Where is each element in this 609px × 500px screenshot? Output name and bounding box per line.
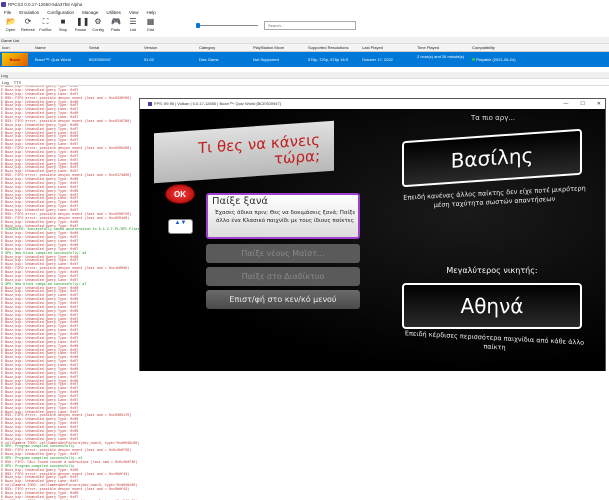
menu-help[interactable]: Help bbox=[147, 10, 156, 15]
gear-icon: ⚙ bbox=[94, 17, 102, 26]
grid-icon: ▦ bbox=[146, 17, 155, 26]
refresh-icon: ⟳ bbox=[24, 17, 32, 26]
fullscr-button[interactable]: ⛶ FullScr bbox=[37, 16, 54, 36]
menubar: File Emulation Configuration Manage Utilitie… bbox=[0, 8, 609, 16]
fullscr-label: FullScr bbox=[39, 27, 52, 32]
col-icon[interactable]: Icon bbox=[2, 44, 10, 52]
grid-button[interactable]: ▦ Grid bbox=[142, 16, 159, 36]
col-last-played[interactable]: Last Played bbox=[362, 44, 383, 52]
game-compatibility: Playable (2021-08-24) bbox=[472, 57, 516, 62]
pads-button[interactable]: 🎮 Pads bbox=[107, 16, 124, 36]
col-version[interactable]: Version bbox=[144, 44, 157, 52]
log-tabs: Log TTY bbox=[0, 79, 609, 86]
tab-log[interactable]: Log bbox=[2, 79, 9, 85]
open-label: Open bbox=[5, 27, 16, 32]
refresh-label: Refresh bbox=[20, 27, 35, 32]
gamepad-icon: 🎮 bbox=[111, 17, 121, 26]
log-panel-title: Log bbox=[0, 72, 609, 79]
game-serial: BCES00947 bbox=[89, 57, 112, 62]
pause-label: Pause bbox=[74, 27, 87, 32]
stop-icon: ■ bbox=[60, 17, 66, 26]
col-resolutions[interactable]: Supported Resolutions bbox=[308, 44, 348, 52]
option-play-again-desc: Έχασες άδικα πριν; Θες να δοκιμάσεις ξαν… bbox=[214, 210, 356, 224]
game-move: Not Supported bbox=[253, 57, 279, 62]
slider-track bbox=[196, 25, 258, 26]
stop-label: Stop bbox=[58, 27, 68, 32]
slowest-label: Τα πιο αργ... bbox=[470, 114, 516, 122]
stop-button[interactable]: ■ Stop bbox=[55, 16, 72, 36]
folder-icon: 📂 bbox=[6, 17, 16, 26]
search-input[interactable] bbox=[264, 21, 356, 30]
biggest-winner-desc: Επειδή κέρδισες περισσότερα παιχνίδια απ… bbox=[404, 329, 585, 352]
game-window[interactable]: FPS: 59.95 | Vulkan | 0.0.17-12650 | Buz… bbox=[139, 98, 606, 371]
icon-size-slider[interactable] bbox=[196, 23, 258, 28]
rpcs3-logo-icon bbox=[1, 1, 6, 7]
col-move[interactable]: PlayStation Move bbox=[253, 44, 284, 52]
maximize-icon[interactable]: ☐ bbox=[580, 99, 584, 109]
game-render-area[interactable]: Τι θες να κάνεις τώρα; OK ▲▼ Παίξε ξανά … bbox=[140, 109, 605, 371]
col-category[interactable]: Category bbox=[199, 44, 215, 52]
game-window-titlebar[interactable]: FPS: 59.95 | Vulkan | 0.0.17-12650 | Buz… bbox=[140, 99, 605, 109]
list-icon: ☰ bbox=[129, 17, 137, 26]
question-panel: Τι θες να κάνεις τώρα; bbox=[154, 120, 334, 184]
slowest-player-plate: Βασίλης bbox=[402, 128, 582, 188]
option-new-players[interactable]: Παίξε νέους Μαϊστ... bbox=[206, 244, 360, 263]
open-button[interactable]: 📂 Open bbox=[2, 16, 19, 36]
close-icon[interactable]: ✕ bbox=[597, 99, 601, 109]
game-resolutions: 576p, 720p, 576p 16:9 bbox=[308, 57, 349, 62]
fullscreen-icon: ⛶ bbox=[42, 17, 49, 26]
game-last-played: October 17, 2022 bbox=[362, 57, 393, 62]
game-window-title: FPS: 59.95 | Vulkan | 0.0.17-12650 | Buz… bbox=[154, 101, 281, 106]
option-play-again[interactable]: Παίξε ξανά Έχασες άδικα πριν; Θες να δοκ… bbox=[206, 193, 360, 239]
game-time-played: 2 hour(s) and 26 minute(s) bbox=[417, 54, 465, 59]
menu-configuration[interactable]: Configuration bbox=[47, 10, 74, 15]
rpcs3-small-icon bbox=[148, 102, 152, 106]
compat-text: Playable (2021-08-24) bbox=[476, 57, 516, 62]
list-button[interactable]: ☰ List bbox=[125, 16, 142, 36]
ok-button[interactable]: OK bbox=[165, 184, 195, 204]
table-row[interactable]: Buzz! Buzz!™: Quiz World BCES00947 01.02… bbox=[0, 52, 609, 67]
pads-label: Pads bbox=[110, 27, 121, 32]
game-version: 01.02 bbox=[144, 57, 155, 62]
tab-tty[interactable]: TTY bbox=[14, 79, 22, 85]
app-titlebar: RPCS3 0.0.17-12650-5da37b8 Alpha bbox=[0, 0, 609, 8]
compat-status-icon bbox=[472, 58, 475, 61]
biggest-winner-plate: Αθηνά bbox=[402, 283, 582, 329]
config-button[interactable]: ⚙ Config bbox=[90, 16, 107, 36]
list-label: List bbox=[129, 27, 137, 32]
option-play-online[interactable]: Παίξε στο Διαδίκτυο bbox=[206, 267, 360, 286]
menu-view[interactable]: View bbox=[129, 10, 139, 15]
game-name: Buzz!™: Quiz World bbox=[35, 57, 71, 62]
menu-utilities[interactable]: Utilities bbox=[106, 10, 121, 15]
biggest-winner-label: Μεγαλύτερος νικητής: bbox=[446, 266, 538, 275]
pause-button[interactable]: ❚❚ Pause bbox=[72, 16, 90, 36]
gamelist-header: Icon Name Serial Version Category PlaySt… bbox=[0, 44, 609, 52]
minimize-icon[interactable]: — bbox=[563, 99, 568, 109]
window-title: RPCS3 0.0.17-12650-5da37b8 Alpha bbox=[8, 1, 83, 7]
updown-arrows-icon[interactable]: ▲▼ bbox=[168, 219, 193, 234]
col-time-played[interactable]: Time Played bbox=[417, 44, 439, 52]
col-name[interactable]: Name bbox=[35, 44, 46, 52]
slowest-player-desc: Επειδή κανένας άλλος παίκτης δεν είχε πο… bbox=[403, 184, 586, 210]
option-main-menu[interactable]: Επιστ/φή στο κεν/κό μενού bbox=[206, 290, 360, 309]
game-icon: Buzz! bbox=[2, 53, 28, 66]
menu-manage[interactable]: Manage bbox=[82, 10, 98, 15]
menu-file[interactable]: File bbox=[4, 10, 11, 15]
col-serial[interactable]: Serial bbox=[89, 44, 99, 52]
gamelist-panel-title: Game List bbox=[0, 37, 609, 44]
pause-icon: ❚❚ bbox=[76, 17, 90, 26]
refresh-button[interactable]: ⟳ Refresh bbox=[20, 16, 37, 36]
col-compatibility[interactable]: Compatibility bbox=[472, 44, 495, 52]
config-label: Config bbox=[92, 27, 104, 32]
grid-label: Grid bbox=[146, 27, 155, 32]
menu-emulation[interactable]: Emulation bbox=[19, 10, 39, 15]
game-category: Disc Game bbox=[199, 57, 219, 62]
option-play-again-title: Παίξε ξανά bbox=[212, 196, 269, 207]
slider-thumb[interactable] bbox=[196, 23, 200, 28]
